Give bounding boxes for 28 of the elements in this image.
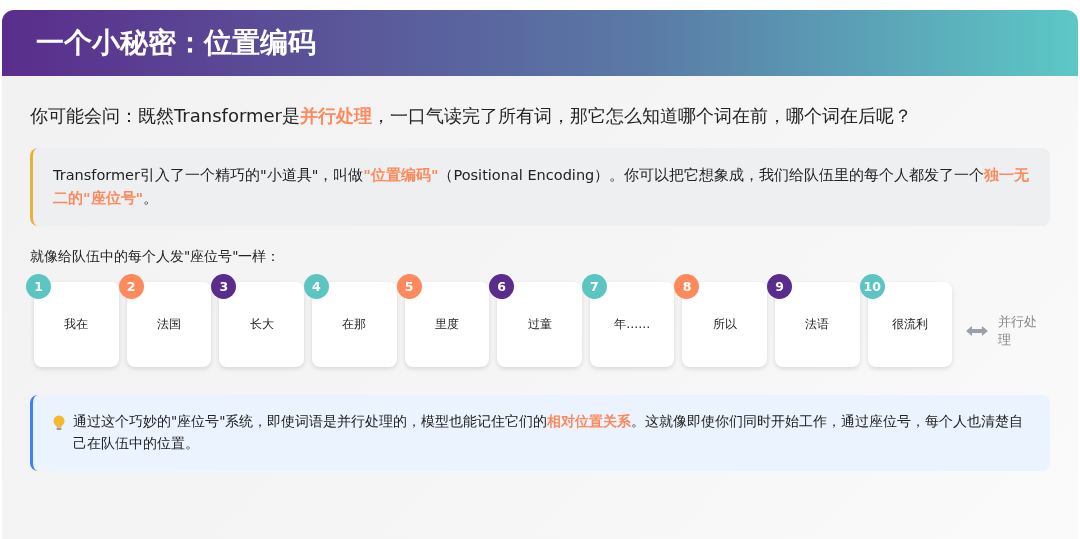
token-word: 法国 — [156, 316, 181, 334]
token-word: 所以 — [712, 316, 737, 334]
token-word: 过童 — [527, 316, 552, 334]
parallel-label: 并行处理 — [998, 312, 1039, 349]
double-arrow-icon — [966, 324, 989, 337]
token-word: 在那 — [342, 316, 367, 334]
position-badge: 1 — [26, 274, 51, 300]
position-badge: 10 — [859, 274, 885, 300]
position-badge: 6 — [489, 274, 515, 300]
token-word: 法语 — [805, 316, 830, 334]
position-badge: 3 — [211, 274, 237, 300]
token-word: 长大 — [249, 316, 274, 334]
token-word: 里度 — [434, 316, 459, 334]
page-title: 一个小秘密：位置编码 — [36, 25, 316, 61]
question-text: 你可能会问：既然Transformer是并行处理，一口气读完了所有词，那它怎么知道哪个词在前，哪个词在后呢？ — [30, 104, 913, 128]
position-badge: 7 — [581, 274, 607, 300]
lightbulb-icon — [53, 415, 65, 432]
position-badge: 8 — [674, 274, 700, 300]
sequence-label: 就像给队伍中的每个人发"座位号"一样： — [30, 248, 282, 267]
token-word: 我在 — [64, 316, 89, 334]
token-word: 很流利 — [892, 316, 929, 334]
position-badge: 2 — [118, 274, 144, 300]
token-word: 年…… — [614, 316, 651, 334]
tip-text: 通过这个巧妙的"座位号"系统，即使词语是并行处理的，模型也能记住它们的相对位置关系。这就像即使你们同时开始工作，通过座位号，每个人也清楚自己在队伍中的位置。 — [73, 412, 1025, 453]
position-badge: 4 — [303, 274, 329, 300]
position-badge: 9 — [767, 274, 793, 300]
position-badge: 5 — [396, 274, 422, 300]
explanation-text: Transformer引入了一个精巧的"小道具"，叫做"位置编码"（Positional Encoding）。你可以把它想象成，我们给队伍里的每个人都发了一个独一无二的"座位号"。 — [53, 166, 1030, 209]
